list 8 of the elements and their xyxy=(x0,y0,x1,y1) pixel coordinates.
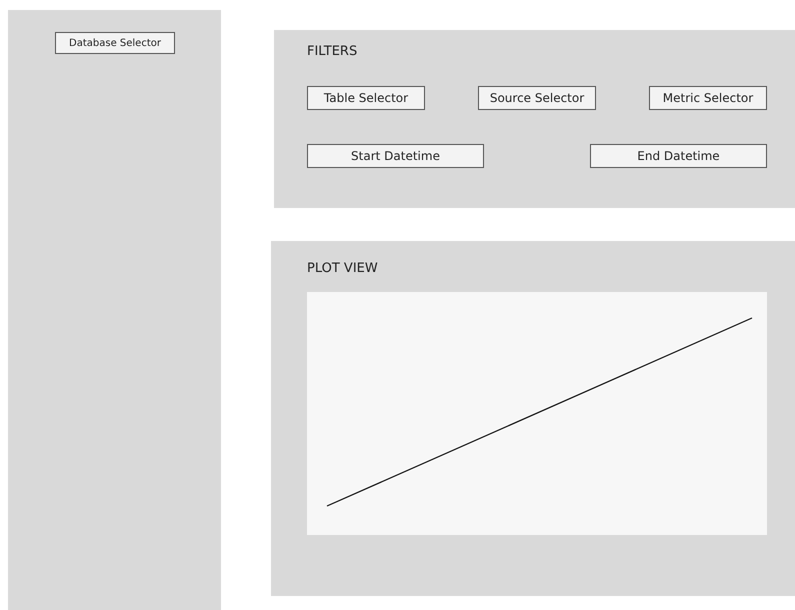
datetime-field[interactable]: End Datetime xyxy=(590,144,767,168)
database-selector[interactable]: Database Selector xyxy=(55,32,175,54)
filters-title: FILTERS xyxy=(307,44,358,60)
selector-button[interactable]: Table Selector xyxy=(307,86,425,110)
selector-button[interactable]: Metric Selector xyxy=(649,86,767,110)
plot-title: PLOT VIEW xyxy=(307,261,379,277)
datetime-field[interactable]: Start Datetime xyxy=(307,144,484,168)
selector-button[interactable]: Source Selector xyxy=(478,86,596,110)
